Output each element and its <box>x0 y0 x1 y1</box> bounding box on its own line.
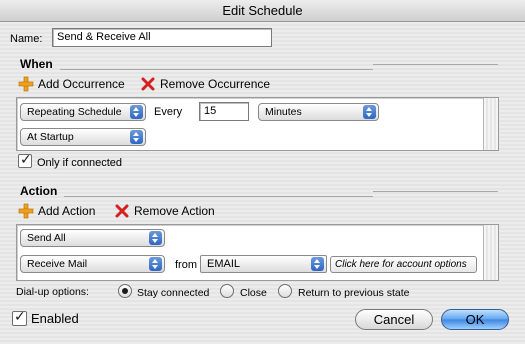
red-x-icon <box>115 204 129 218</box>
close-label: Close <box>240 287 267 299</box>
from-account-popup[interactable]: EMAIL <box>200 255 327 273</box>
name-label: Name: <box>10 33 43 45</box>
add-action-button[interactable]: Add Action <box>18 203 95 219</box>
account-options-button[interactable]: Click here for account options <box>330 256 477 273</box>
when-divider <box>60 69 373 70</box>
remove-occurrence-button[interactable]: Remove Occurrence <box>140 76 270 92</box>
plus-icon <box>18 203 34 219</box>
interval-field[interactable]: 15 <box>199 102 249 121</box>
action-scrollbar[interactable] <box>483 225 498 280</box>
first-action-value: Send All <box>27 232 66 244</box>
second-occurrence-popup[interactable]: At Startup <box>20 128 146 146</box>
action-divider-right <box>373 191 498 192</box>
add-occurrence-button[interactable]: Add Occurrence <box>18 76 125 92</box>
updown-arrows-icon <box>311 257 324 271</box>
action-section-title: Action <box>20 184 58 198</box>
add-action-label: Add Action <box>38 204 96 218</box>
interval-unit-value: Minutes <box>265 106 302 118</box>
account-options-label: Click here for account options <box>335 259 467 270</box>
from-account-value: EMAIL <box>207 258 241 270</box>
remove-action-button[interactable]: Remove Action <box>114 203 215 219</box>
radio-return-previous[interactable] <box>278 284 292 298</box>
first-action-popup[interactable]: Send All <box>20 229 165 247</box>
from-label: from <box>175 259 197 271</box>
stay-connected-label: Stay connected <box>137 287 210 299</box>
updown-arrows-icon <box>363 105 376 119</box>
radio-close[interactable] <box>220 284 234 298</box>
updown-arrows-icon <box>149 257 162 271</box>
updown-arrows-icon <box>149 231 162 245</box>
only-if-connected-label: Only if connected <box>37 157 122 169</box>
plus-icon <box>18 76 34 92</box>
remove-action-label: Remove Action <box>134 204 215 218</box>
updown-arrows-icon <box>130 130 143 144</box>
only-if-connected-checkbox[interactable]: ✓ <box>18 151 32 168</box>
second-occurrence-value: At Startup <box>27 131 74 143</box>
updown-arrows-icon <box>130 105 143 119</box>
ok-button[interactable]: OK <box>441 309 509 330</box>
second-action-popup[interactable]: Receive Mail <box>20 255 165 273</box>
enabled-checkbox[interactable]: ✓ <box>12 308 27 326</box>
add-occurrence-label: Add Occurrence <box>38 77 125 91</box>
dialup-label: Dial-up options: <box>16 286 89 298</box>
enabled-label: Enabled <box>31 311 79 326</box>
schedule-type-popup[interactable]: Repeating Schedule <box>20 103 146 121</box>
return-previous-label: Return to previous state <box>298 287 410 299</box>
when-section-title: When <box>20 57 53 71</box>
remove-occurrence-label: Remove Occurrence <box>160 77 271 91</box>
occurrence-scrollbar[interactable] <box>483 98 498 150</box>
checkmark-icon: ✓ <box>14 308 26 324</box>
when-divider-right <box>373 64 498 65</box>
every-label: Every <box>154 106 183 118</box>
red-x-icon <box>141 77 155 91</box>
action-divider <box>64 196 373 197</box>
window-title: Edit Schedule <box>222 3 303 18</box>
schedule-type-value: Repeating Schedule <box>27 106 122 118</box>
radio-stay-connected[interactable] <box>118 284 132 298</box>
name-field[interactable]: Send & Receive All <box>52 28 272 47</box>
interval-unit-popup[interactable]: Minutes <box>258 103 379 121</box>
checkmark-icon: ✓ <box>20 151 32 167</box>
window-titlebar: Edit Schedule <box>0 0 525 22</box>
second-action-value: Receive Mail <box>27 258 88 270</box>
cancel-button[interactable]: Cancel <box>355 309 433 330</box>
